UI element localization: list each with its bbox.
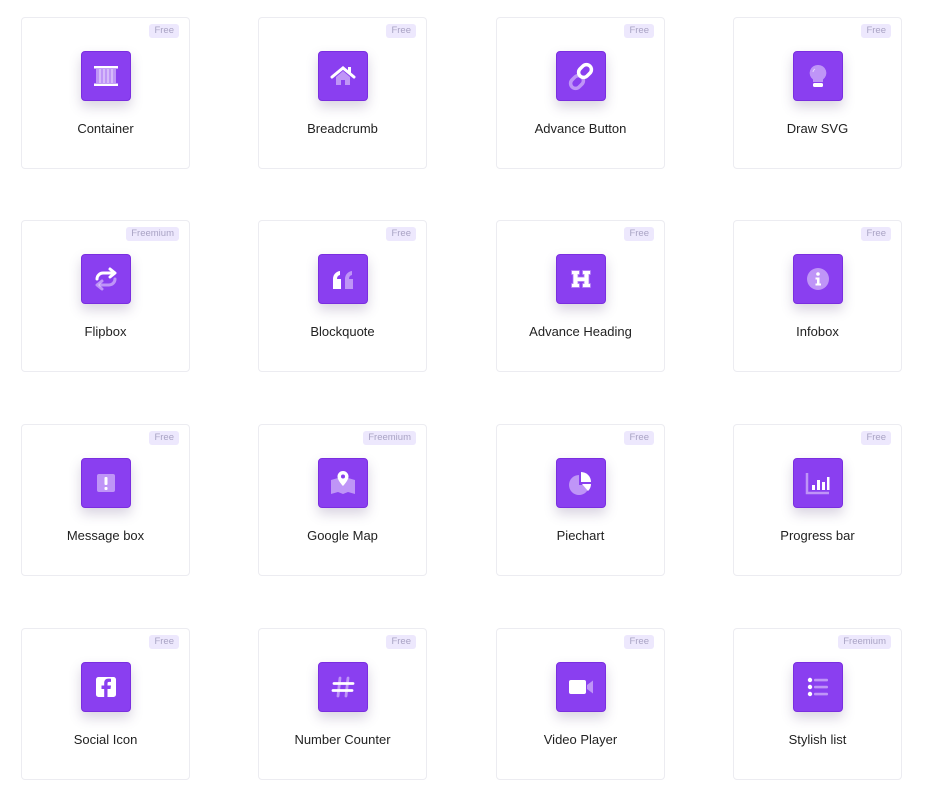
widget-label: Stylish list: [788, 732, 847, 747]
widget-card-draw-svg[interactable]: Free Draw SVG: [733, 17, 902, 169]
widget-label: Google Map: [307, 528, 378, 543]
list-icon: [793, 662, 843, 712]
bar-chart-icon: [793, 458, 843, 508]
widget-card-social-icon[interactable]: Free Social Icon: [21, 628, 190, 780]
widget-card-google-map[interactable]: Freemium Google Map: [258, 424, 427, 576]
widget-label: Message box: [66, 528, 145, 543]
plan-badge: Free: [624, 24, 654, 38]
container-icon: [81, 51, 131, 101]
widget-label: Advance Button: [534, 121, 627, 136]
home-icon: [318, 51, 368, 101]
widget-label: Progress bar: [780, 528, 855, 543]
widget-label: Draw SVG: [786, 121, 849, 136]
widget-label: Flipbox: [84, 324, 127, 339]
widget-card-container[interactable]: Free Container: [21, 17, 190, 169]
heading-icon: [556, 254, 606, 304]
widget-card-number-counter[interactable]: Free Number Counter: [258, 628, 427, 780]
widget-label: Number Counter: [294, 732, 391, 747]
link-icon: [556, 51, 606, 101]
plan-badge: Free: [149, 431, 179, 445]
widget-card-advance-button[interactable]: Free Advance Button: [496, 17, 665, 169]
widget-label: Piechart: [556, 528, 605, 543]
widget-card-advance-heading[interactable]: Free Advance Heading: [496, 220, 665, 372]
pie-chart-icon: [556, 458, 606, 508]
lightbulb-icon: [793, 51, 843, 101]
info-icon: [793, 254, 843, 304]
widget-label: Container: [77, 121, 134, 136]
widget-label: Breadcrumb: [307, 121, 378, 136]
video-icon: [556, 662, 606, 712]
widget-card-piechart[interactable]: Free Piechart: [496, 424, 665, 576]
widget-card-breadcrumb[interactable]: Free Breadcrumb: [258, 17, 427, 169]
plan-badge: Freemium: [838, 635, 891, 649]
plan-badge: Free: [149, 24, 179, 38]
map-icon: [318, 458, 368, 508]
widget-card-infobox[interactable]: Free Infobox: [733, 220, 902, 372]
plan-badge: Free: [624, 635, 654, 649]
plan-badge: Free: [386, 635, 416, 649]
plan-badge: Freemium: [126, 227, 179, 241]
widget-label: Advance Heading: [529, 324, 632, 339]
widget-card-flipbox[interactable]: Freemium Flipbox: [21, 220, 190, 372]
plan-badge: Free: [624, 431, 654, 445]
widget-card-blockquote[interactable]: Free Blockquote: [258, 220, 427, 372]
widget-label: Social Icon: [73, 732, 138, 747]
plan-badge: Free: [149, 635, 179, 649]
plan-badge: Free: [386, 227, 416, 241]
repeat-icon: [81, 254, 131, 304]
widget-card-progress-bar[interactable]: Free Progress bar: [733, 424, 902, 576]
widget-label: Infobox: [796, 324, 839, 339]
widget-card-message-box[interactable]: Free Message box: [21, 424, 190, 576]
widget-label: Video Player: [543, 732, 618, 747]
plan-badge: Free: [861, 227, 891, 241]
alert-icon: [81, 458, 131, 508]
quote-icon: [318, 254, 368, 304]
facebook-icon: [81, 662, 131, 712]
widget-card-stylish-list[interactable]: Freemium Stylish list: [733, 628, 902, 780]
hashtag-icon: [318, 662, 368, 712]
plan-badge: Free: [624, 227, 654, 241]
plan-badge: Freemium: [363, 431, 416, 445]
plan-badge: Free: [861, 24, 891, 38]
plan-badge: Free: [861, 431, 891, 445]
widget-card-video-player[interactable]: Free Video Player: [496, 628, 665, 780]
plan-badge: Free: [386, 24, 416, 38]
widget-label: Blockquote: [310, 324, 375, 339]
